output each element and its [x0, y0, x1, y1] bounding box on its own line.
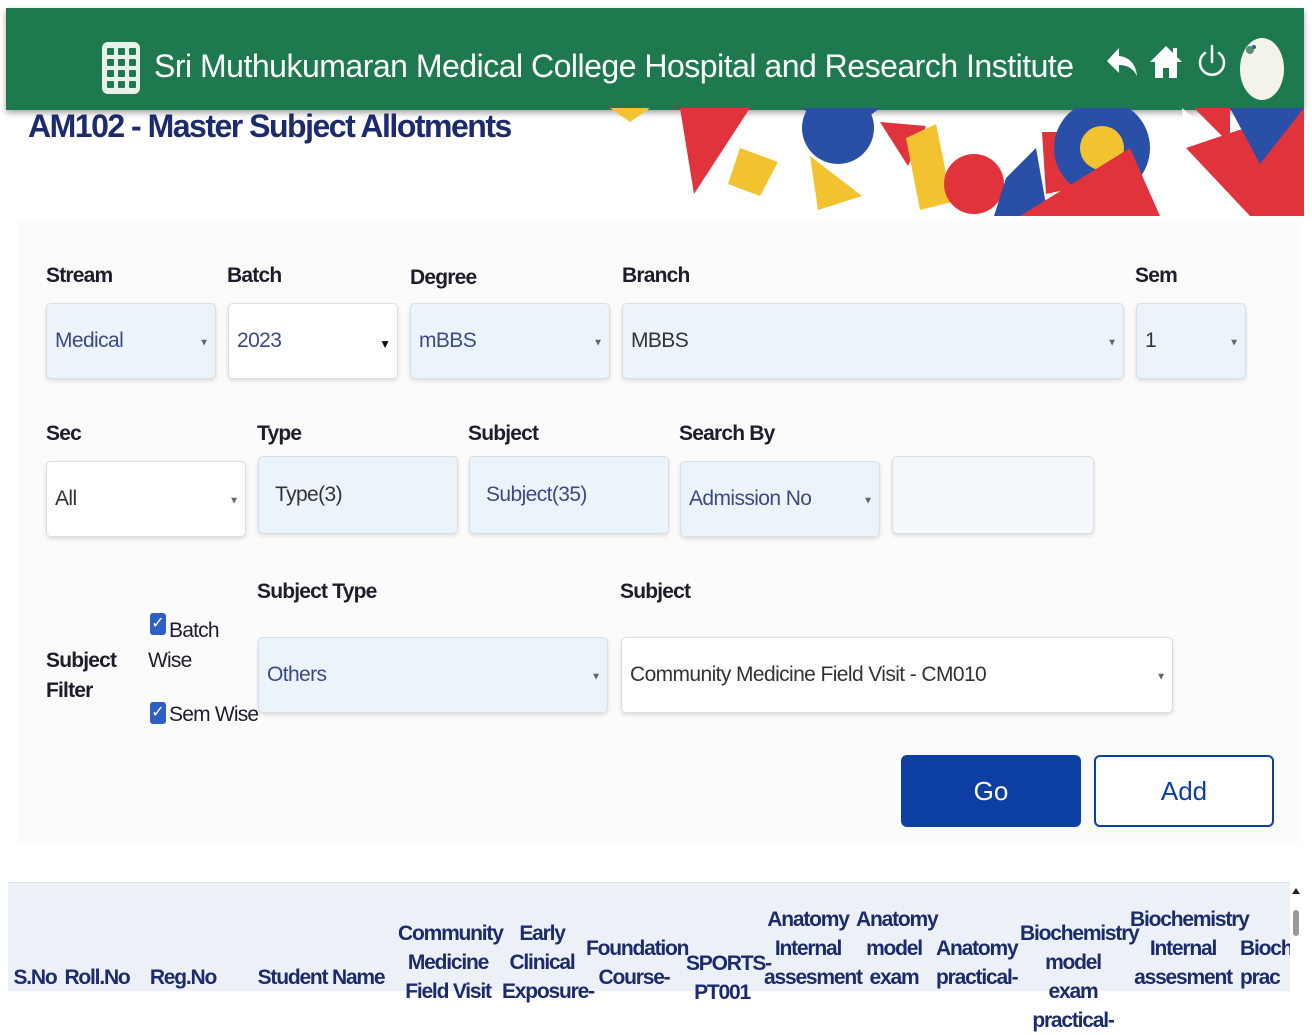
chevron-down-icon: ▼	[591, 671, 601, 683]
chevron-down-icon: ▼	[863, 495, 873, 507]
app-title: Sri Muthukumaran Medical College Hospita…	[154, 48, 1074, 84]
chevron-down-icon: ▼	[379, 336, 391, 351]
column-header[interactable]: Reg.No	[148, 963, 218, 992]
degree-select[interactable]: mBBS ▼	[410, 303, 610, 379]
type-multiselect[interactable]: Type(3)	[258, 456, 458, 534]
chevron-down-icon: ▼	[199, 337, 209, 349]
column-header[interactable]: Anatomy Internal assesment	[764, 905, 863, 992]
power-icon[interactable]	[1194, 42, 1230, 82]
column-header[interactable]: Biochemistry model exam practical-	[1020, 919, 1140, 1035]
app-header: Sri Muthukumaran Medical College Hospita…	[6, 8, 1304, 110]
subject-select-value: Community Medicine Field Visit - CM010	[630, 663, 987, 686]
batch-select[interactable]: 2023 ▼	[228, 303, 398, 379]
column-header[interactable]: Anatomy practical-	[936, 934, 1019, 992]
home-icon[interactable]	[1148, 42, 1184, 82]
column-header[interactable]: Foundation Course-	[586, 934, 690, 992]
subject-multiselect[interactable]: Subject(35)	[469, 456, 669, 534]
sec-label: Sec	[46, 422, 82, 445]
sem-label: Sem	[1135, 264, 1178, 287]
chevron-down-icon: ▼	[229, 495, 239, 507]
sem-value: 1	[1145, 329, 1157, 352]
degree-value: mBBS	[419, 329, 477, 352]
chevron-down-icon: ▼	[1156, 671, 1166, 683]
column-header[interactable]: Bioche prac	[1240, 934, 1290, 992]
column-header[interactable]: Anatomy model exam	[856, 905, 939, 992]
stream-select[interactable]: Medical ▼	[46, 303, 216, 379]
stream-label: Stream	[46, 264, 113, 287]
chevron-down-icon: ▼	[593, 337, 603, 349]
subject-select[interactable]: Community Medicine Field Visit - CM010 ▼	[621, 637, 1173, 713]
subject-type-value: Others	[267, 663, 327, 686]
sem-select[interactable]: 1 ▼	[1136, 303, 1246, 379]
sem-wise-label: Sem Wise	[169, 703, 259, 726]
column-header[interactable]: Biochemistry Internal assesment	[1130, 905, 1250, 992]
column-header[interactable]: Early Clinical Exposure-	[502, 919, 595, 1006]
search-by-value: Admission No	[689, 487, 812, 510]
sec-value: All	[55, 487, 77, 510]
branch-label: Branch	[622, 264, 690, 287]
subject-type-select[interactable]: Others ▼	[258, 637, 608, 713]
table-header: S.No Roll.No Reg.No Student Name Communi…	[8, 882, 1290, 1032]
column-header[interactable]: Community Medicine Field Visit	[398, 919, 504, 1006]
stream-value: Medical	[55, 329, 124, 352]
column-header[interactable]: SPORTS- PT001	[686, 949, 772, 1007]
chevron-down-icon: ▼	[1229, 337, 1239, 349]
avatar[interactable]	[1240, 38, 1284, 100]
degree-label: Degree	[410, 266, 477, 289]
search-by-label: Search By	[679, 422, 775, 445]
go-button[interactable]: Go	[901, 755, 1081, 827]
batch-label: Batch	[227, 264, 282, 287]
type-value: Type(3)	[275, 483, 343, 506]
column-header[interactable]: S.No	[10, 963, 60, 992]
decorative-banner	[610, 108, 1304, 216]
vertical-scrollbar[interactable]	[1290, 884, 1302, 990]
back-icon[interactable]	[1104, 42, 1140, 82]
search-input[interactable]	[892, 456, 1094, 534]
branch-select[interactable]: MBBS ▼	[622, 303, 1124, 379]
subject-filter-subject-label: Subject	[620, 580, 691, 603]
column-header[interactable]: Student Name	[256, 963, 386, 992]
sec-select[interactable]: All ▼	[46, 461, 246, 537]
page-title: AM102 - Master Subject Allotments	[28, 108, 512, 144]
search-by-select[interactable]: Admission No ▼	[680, 461, 880, 537]
batch-value: 2023	[237, 329, 282, 352]
batch-wise-label: Batch Wise	[148, 619, 219, 672]
add-button[interactable]: Add	[1094, 755, 1274, 827]
type-label: Type	[257, 422, 302, 445]
subject-label: Subject	[468, 422, 539, 445]
branch-value: MBBS	[631, 329, 689, 352]
column-header[interactable]: Roll.No	[62, 963, 132, 992]
apps-grid-icon[interactable]	[102, 42, 140, 94]
subject-filter-label: Subject Filter	[46, 649, 117, 702]
chevron-down-icon: ▼	[1107, 337, 1117, 349]
subject-type-label: Subject Type	[257, 580, 377, 603]
sem-wise-checkbox[interactable]: ✓	[150, 702, 166, 724]
subject-value: Subject(35)	[486, 483, 587, 506]
